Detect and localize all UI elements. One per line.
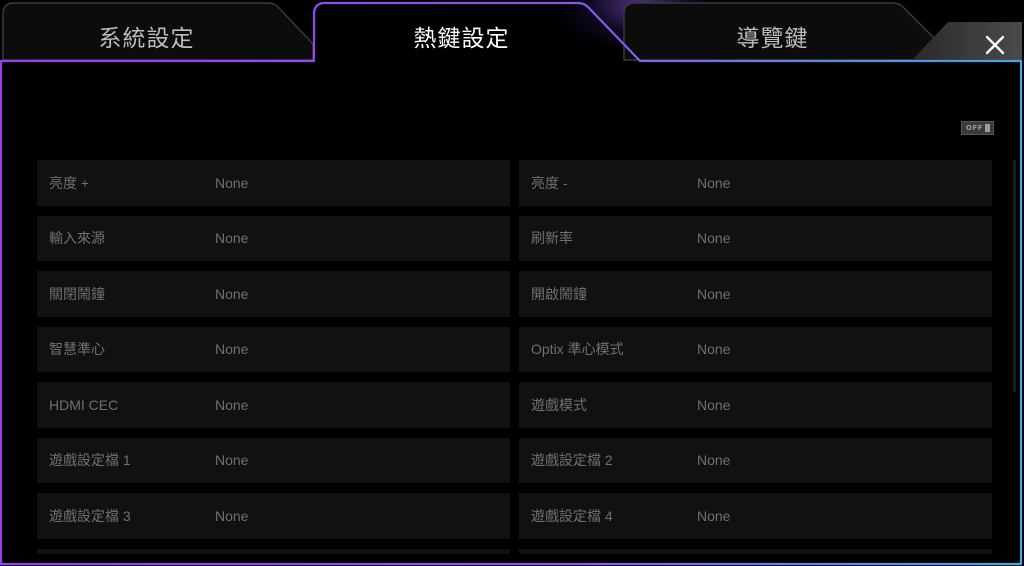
hotkey-name: 遊戲設定檔 2 bbox=[531, 452, 613, 469]
hotkey-row-partial[interactable] bbox=[519, 548, 992, 554]
hotkey-name: 遊戲設定檔 4 bbox=[531, 507, 613, 524]
hotkey-name: 亮度 - bbox=[531, 174, 568, 191]
hotkey-value: None bbox=[215, 452, 249, 469]
hotkey-value: None bbox=[697, 507, 731, 524]
hotkey-value: None bbox=[215, 396, 249, 413]
hotkey-row-brightness-up[interactable]: 亮度 + None bbox=[37, 160, 510, 206]
hotkey-name: HDMI CEC bbox=[49, 396, 119, 413]
hotkey-value: None bbox=[697, 230, 731, 247]
hotkey-value: None bbox=[215, 507, 249, 524]
tab-hotkey-settings[interactable]: 熱鍵設定 bbox=[314, 22, 609, 56]
toggle-label: OFF bbox=[966, 124, 984, 132]
toggle-knob bbox=[985, 124, 990, 132]
hotkey-name: 關閉鬧鐘 bbox=[49, 285, 105, 302]
hotkey-row-smart-crosshair[interactable]: 智慧準心 None bbox=[37, 326, 510, 372]
hotkey-row-partial[interactable] bbox=[37, 548, 510, 554]
hotkey-name: 刷新率 bbox=[531, 230, 573, 247]
hotkey-row-game-profile-4[interactable]: 遊戲設定檔 4 None bbox=[519, 493, 992, 539]
hotkey-row-optix-crosshair-mode[interactable]: Optix 準心模式 None bbox=[519, 326, 992, 372]
hotkey-name: 智慧準心 bbox=[49, 341, 105, 358]
hotkey-row-brightness-down[interactable]: 亮度 - None bbox=[519, 160, 992, 206]
hotkey-value: None bbox=[697, 452, 731, 469]
hotkey-value: None bbox=[215, 285, 249, 302]
hotkey-name: 輸入來源 bbox=[49, 230, 105, 247]
hotkey-row-game-profile-2[interactable]: 遊戲設定檔 2 None bbox=[519, 437, 992, 483]
hotkey-row-game-mode[interactable]: 遊戲模式 None bbox=[519, 382, 992, 428]
hotkey-name: 遊戲設定檔 3 bbox=[49, 507, 131, 524]
hotkey-value: None bbox=[215, 341, 249, 358]
tab-system-settings[interactable]: 系統設定 bbox=[3, 22, 290, 56]
hotkey-value: None bbox=[697, 174, 731, 191]
close-icon bbox=[985, 35, 1005, 55]
hotkey-value: None bbox=[697, 341, 731, 358]
hotkey-name: 遊戲設定檔 1 bbox=[49, 452, 131, 469]
hotkey-row-refresh-rate[interactable]: 刷新率 None bbox=[519, 215, 992, 261]
hotkey-row-game-profile-3[interactable]: 遊戲設定檔 3 None bbox=[37, 493, 510, 539]
hotkey-value: None bbox=[697, 396, 731, 413]
hotkey-value: None bbox=[215, 174, 249, 191]
hotkey-row-hdmi-cec[interactable]: HDMI CEC None bbox=[37, 382, 510, 428]
tab-navigation-key[interactable]: 導覽鍵 bbox=[624, 22, 921, 56]
hotkey-name: 開啟鬧鐘 bbox=[531, 285, 587, 302]
close-button[interactable] bbox=[978, 30, 1012, 60]
hotkey-list-scrollbar[interactable] bbox=[1013, 160, 1016, 392]
hotkey-toggle[interactable]: OFF bbox=[961, 121, 994, 135]
hotkey-row-game-profile-1[interactable]: 遊戲設定檔 1 None bbox=[37, 437, 510, 483]
hotkey-row-input-source[interactable]: 輸入來源 None bbox=[37, 215, 510, 261]
hotkey-settings-window: 系統設定 熱鍵設定 導覽鍵 OFF 亮度 + None 亮度 - None 輸入… bbox=[0, 0, 1024, 566]
hotkey-list: 亮度 + None 亮度 - None 輸入來源 None 刷新率 None 關… bbox=[37, 160, 992, 554]
hotkey-name: 亮度 + bbox=[49, 174, 90, 191]
hotkey-value: None bbox=[697, 285, 731, 302]
hotkey-name: 遊戲模式 bbox=[531, 396, 587, 413]
hotkey-row-alarm-off[interactable]: 關閉鬧鐘 None bbox=[37, 271, 510, 317]
hotkey-name: Optix 準心模式 bbox=[531, 341, 624, 358]
hotkey-row-alarm-on[interactable]: 開啟鬧鐘 None bbox=[519, 271, 992, 317]
hotkey-value: None bbox=[215, 230, 249, 247]
